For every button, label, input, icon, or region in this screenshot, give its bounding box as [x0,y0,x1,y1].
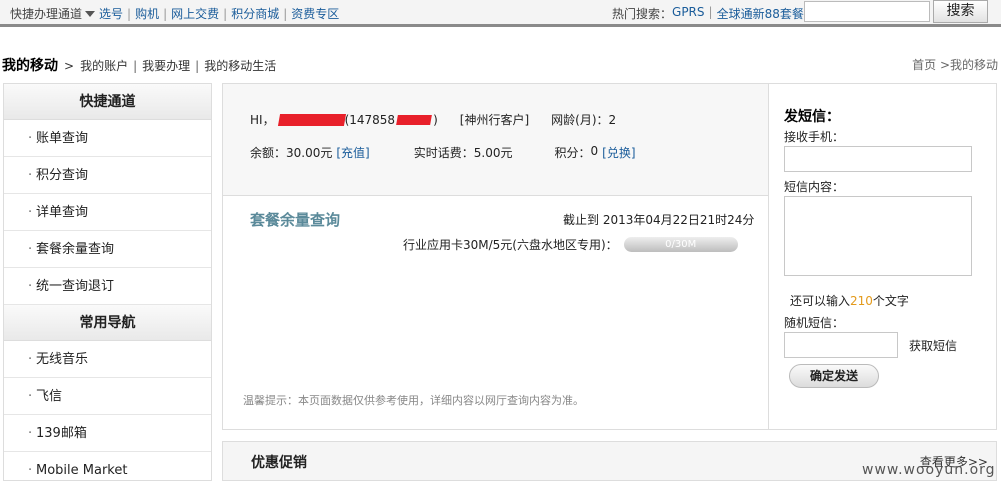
hot-search: 热门搜索： GPRS | 全球通新88套餐 [612,5,804,22]
top-link-tariff[interactable]: 资费专区 [291,5,339,22]
network-age-label: 网龄(月)： [551,113,609,127]
customer-type: [神州行客户] [459,113,530,127]
points-value: 0 [590,144,599,158]
top-link-select-number[interactable]: 选号 [99,5,123,22]
user-row: HI， (147858 ) [神州行客户] 网龄(月)： 2 [250,111,616,128]
sidebar-item-mobile-market[interactable]: Mobile Market [4,452,211,480]
sms-content-textarea[interactable] [784,196,972,276]
points-label: 积分： [554,146,591,160]
recharge-link[interactable]: [充值] [336,144,369,161]
send-button[interactable]: 确定发送 [789,364,879,388]
realtime-label: 实时话费： [413,146,474,160]
location-breadcrumb[interactable]: 首页 >我的移动 [912,56,998,73]
phone-prefix: (147858 [344,112,396,127]
balance-row: 余额： 30.00元 [充值] 实时话费： 5.00元 积分： 0 [兑换] [250,144,636,161]
redeem-link[interactable]: [兑换] [602,144,635,161]
crumb-life[interactable]: 我的移动生活 [204,57,276,74]
phone-suffix: ) [433,112,438,127]
sidebar-section-nav: 常用导航 [4,305,211,341]
redacted-phone [396,114,432,125]
package-item-label: 行业应用卡30M/5元(六盘水地区专用)： [403,238,618,252]
top-links: 快捷办理通道 选号 | 购机 | 网上交费 | 积分商城 | 资费专区 [10,5,340,22]
top-link-points-mall[interactable]: 积分商城 [231,5,279,22]
search-input[interactable] [804,1,930,22]
package-item: 行业应用卡30M/5元(六盘水地区专用)： 0/30M [403,236,738,253]
sidebar: 快捷通道 账单查询 积分查询 详单查询 套餐余量查询 统一查询退订 常用导航 无… [3,83,212,481]
page-title: 我的移动 [2,58,58,74]
crumb-my-account[interactable]: 我的账户 [80,57,128,74]
account-panel: HI， (147858 ) [神州行客户] 网龄(月)： 2 余额： 30.00… [222,83,997,430]
sidebar-item-unsubscribe[interactable]: 统一查询退订 [4,268,211,305]
search-button[interactable]: 搜索 [933,0,988,23]
sidebar-item-music[interactable]: 无线音乐 [4,341,211,378]
sidebar-item-package-balance[interactable]: 套餐余量查询 [4,231,211,268]
watermark: www.wooyun.org [862,462,996,478]
usage-progress-bar: 0/30M [623,237,738,252]
top-bar: 快捷办理通道 选号 | 购机 | 网上交费 | 积分商城 | 资费专区 热门搜索： GP… [0,0,1001,27]
breadcrumb: 我的移动 > 我的账户 | 我要办理 | 我的移动生活 [2,55,276,75]
balance-value: 30.00元 [286,146,333,160]
balance-label: 余额： [250,146,287,160]
hot-link-gprs[interactable]: GPRS [672,5,705,22]
quick-channel-menu[interactable]: 快捷办理通道 [10,5,82,22]
chevron-down-icon[interactable] [85,10,96,17]
package-title: 套餐余量查询 [250,211,341,229]
sms-title: 发短信： [784,109,840,125]
random-sms-label: 随机短信： [784,316,845,330]
phone-label: 接收手机： [784,130,845,144]
sidebar-item-detail[interactable]: 详单查询 [4,194,211,231]
promo-title: 优惠促销 [251,455,307,471]
phone-input[interactable] [784,146,972,172]
sidebar-section-quick: 快捷通道 [4,84,211,120]
account-info: HI， (147858 ) [神州行客户] 网龄(月)： 2 余额： 30.00… [223,84,768,196]
realtime-value: 5.00元 [473,146,513,160]
top-link-buy-phone[interactable]: 购机 [135,5,159,22]
get-sms-link[interactable]: 获取短信 [909,337,957,354]
divider [768,84,769,429]
top-link-pay-online[interactable]: 网上交费 [171,5,219,22]
hot-search-label: 热门搜索： [612,7,673,21]
breadcrumb-arrow: > [64,59,75,73]
crumb-handle[interactable]: 我要办理 [142,57,190,74]
hot-link-package[interactable]: 全球通新88套餐 [717,5,804,22]
network-age: 2 [608,112,617,127]
random-sms-input[interactable] [784,332,898,358]
warm-tip: 温馨提示：本页面数据仅供参考使用，详细内容以网厅查询内容为准。 [243,394,584,407]
content-label: 短信内容： [784,180,845,194]
sidebar-item-fetion[interactable]: 飞信 [4,378,211,415]
package-date: 截止到 2013年04月22日21时24分 [563,213,755,227]
greeting: HI， [250,113,275,127]
sidebar-item-139mail[interactable]: 139邮箱 [4,415,211,452]
remaining-count: 还可以输入210个文字 [790,294,909,308]
sidebar-item-points[interactable]: 积分查询 [4,157,211,194]
redacted-name [277,113,346,126]
sidebar-item-bill[interactable]: 账单查询 [4,120,211,157]
